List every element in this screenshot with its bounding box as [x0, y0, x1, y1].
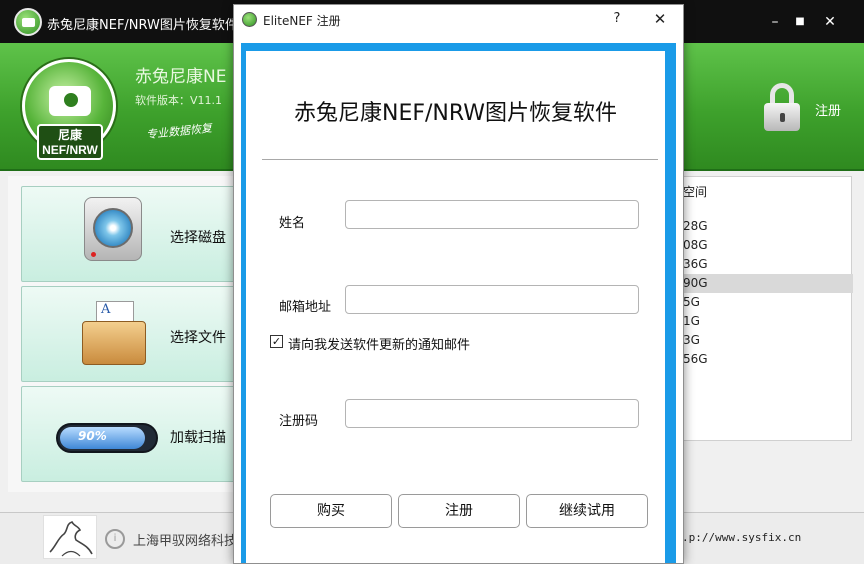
select-disk-label: 选择磁盘: [170, 230, 226, 246]
buy-button[interactable]: 购买: [270, 494, 392, 528]
disk-list-row[interactable]: 3G: [677, 331, 853, 350]
progress-text: 90%: [78, 429, 107, 443]
divider: [262, 159, 658, 160]
company-icon: i: [105, 529, 125, 549]
menu-panel: 选择磁盘 A≡ 选择文件 90% 加载扫描: [8, 176, 262, 492]
load-scan-label: 加载扫描: [170, 430, 226, 446]
register-link[interactable]: 注册: [815, 100, 841, 119]
newsletter-checkbox[interactable]: ✓: [270, 335, 283, 348]
disk-list-row[interactable]: 28G: [677, 217, 853, 236]
product-logo: 尼康 NEF/NRW: [22, 59, 116, 160]
dialog-title: EliteNEF 注册: [263, 14, 341, 28]
slogan: 专业数据恢复: [145, 121, 213, 142]
code-input[interactable]: [345, 399, 639, 428]
select-file-button[interactable]: A≡ 选择文件: [21, 286, 261, 382]
disk-list[interactable]: 空间 28G 08G 36G 90G 5G 1G 3G 56G: [676, 176, 853, 441]
horse-logo: [43, 515, 97, 559]
disk-list-row[interactable]: 1G: [677, 312, 853, 331]
disk-list-row[interactable]: 56G: [677, 350, 853, 369]
disk-list-row[interactable]: 5G: [677, 293, 853, 312]
continue-trial-button[interactable]: 继续试用: [526, 494, 648, 528]
disk-list-row[interactable]: 36G: [677, 255, 853, 274]
progress-icon: 90%: [56, 423, 158, 453]
main-close-button[interactable]: ✕: [820, 12, 840, 32]
email-input[interactable]: [345, 285, 639, 314]
help-button[interactable]: ?: [608, 9, 626, 29]
select-disk-button[interactable]: 选择磁盘: [21, 186, 261, 282]
main-window-title: 赤兔尼康NEF/NRW图片恢复软件: [47, 18, 238, 33]
folder-icon: A≡: [82, 301, 146, 367]
dialog-app-icon: [242, 12, 257, 27]
dialog-titlebar: EliteNEF 注册 ? ✕: [234, 5, 683, 35]
name-input[interactable]: [345, 200, 639, 229]
disk-list-row[interactable]: 08G: [677, 236, 853, 255]
name-label: 姓名: [279, 216, 306, 231]
code-label: 注册码: [279, 414, 319, 429]
hard-disk-icon: [84, 197, 142, 261]
register-dialog: EliteNEF 注册 ? ✕ 赤兔尼康NEF/NRW图片恢复软件 姓名 邮箱地…: [233, 4, 684, 564]
newsletter-label[interactable]: 请向我发送软件更新的通知邮件: [288, 334, 470, 353]
register-button[interactable]: 注册: [398, 494, 520, 528]
disk-list-header: 空间: [683, 185, 708, 199]
footer-company: 上海甲驭网络科技: [133, 534, 238, 549]
product-name: 赤兔尼康NE: [135, 67, 227, 87]
load-scan-button[interactable]: 90% 加载扫描: [21, 386, 261, 482]
select-file-label: 选择文件: [170, 330, 226, 346]
email-label: 邮箱地址: [279, 300, 332, 315]
dialog-close-button[interactable]: ✕: [650, 9, 670, 29]
logo-badge: 尼康 NEF/NRW: [37, 124, 103, 160]
product-version: 软件版本：V11.1: [135, 94, 223, 107]
lock-icon[interactable]: [764, 83, 800, 131]
maximize-button[interactable]: ■: [790, 12, 810, 32]
dialog-heading: 赤兔尼康NEF/NRW图片恢复软件: [293, 101, 618, 126]
app-camera-icon: [14, 8, 42, 36]
disk-list-row-selected[interactable]: 90G: [677, 274, 853, 293]
footer-url[interactable]: .p://www.sysfix.cn: [682, 531, 801, 544]
dialog-content: 赤兔尼康NEF/NRW图片恢复软件 姓名 邮箱地址 ✓ 请向我发送软件更新的通知…: [246, 51, 665, 563]
minimize-button[interactable]: –: [765, 12, 785, 32]
